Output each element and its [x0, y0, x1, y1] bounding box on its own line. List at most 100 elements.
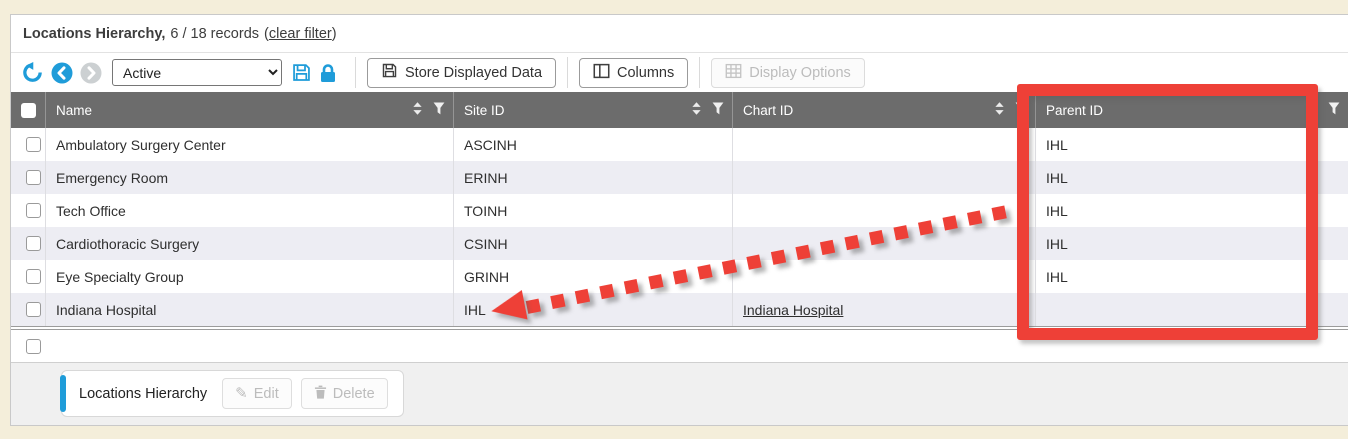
table-row[interactable]: Eye Specialty Group GRINH IHL: [11, 260, 1348, 293]
site-id-cell: CSINH: [453, 227, 732, 260]
site-id-cell: GRINH: [453, 260, 732, 293]
row-check-cell: [11, 227, 45, 260]
delete-label: Delete: [333, 386, 375, 402]
pencil-icon: ✎: [235, 386, 248, 401]
refresh-icon[interactable]: [21, 61, 44, 84]
name-cell: Tech Office: [45, 194, 453, 227]
column-header-chart-id[interactable]: Chart ID: [732, 92, 1035, 128]
new-row: [11, 330, 1348, 363]
site-id-cell: TOINH: [453, 194, 732, 227]
record-count: 6 / 18 records: [170, 26, 259, 42]
site-id-cell: IHL: [453, 293, 732, 326]
paren: ): [332, 26, 337, 42]
chart-id-cell: [732, 194, 1035, 227]
parent-id-cell: [1035, 293, 1348, 326]
store-displayed-data-label: Store Displayed Data: [405, 65, 542, 81]
column-header-parent-id[interactable]: Parent ID: [1035, 92, 1348, 128]
sort-icon[interactable]: [692, 102, 701, 118]
name-cell: Indiana Hospital: [45, 293, 453, 326]
column-header-name[interactable]: Name: [45, 92, 453, 128]
name-cell: Eye Specialty Group: [45, 260, 453, 293]
table-row[interactable]: Cardiothoracic Surgery CSINH IHL: [11, 227, 1348, 260]
chart-id-cell: Indiana Hospital: [732, 293, 1035, 326]
display-options-icon: [725, 63, 742, 83]
row-check-cell: [11, 161, 45, 194]
sort-icon[interactable]: [1308, 102, 1317, 118]
toolbar-separator: [699, 57, 700, 88]
row-check-cell: [11, 339, 45, 354]
columns-button[interactable]: Columns: [579, 58, 688, 88]
row-check-cell: [11, 194, 45, 227]
filter-icon[interactable]: [712, 102, 724, 118]
table-header-row: Name Site ID Chart ID Parent ID: [11, 92, 1348, 128]
selection-label: Locations Hierarchy: [79, 386, 207, 402]
locations-hierarchy-panel: Locations Hierarchy, 6 / 18 records (cle…: [10, 14, 1348, 426]
parent-id-cell: IHL: [1035, 161, 1348, 194]
display-options-button: Display Options: [711, 58, 865, 88]
save-view-icon[interactable]: [291, 62, 312, 83]
edit-button: ✎ Edit: [222, 378, 292, 409]
accent-bar: [60, 375, 66, 412]
filter-icon[interactable]: [1328, 102, 1340, 118]
table-row[interactable]: Indiana Hospital IHL Indiana Hospital: [11, 293, 1348, 326]
column-header-label: Chart ID: [743, 103, 793, 118]
parent-id-cell: IHL: [1035, 260, 1348, 293]
table-row[interactable]: Ambulatory Surgery Center ASCINH IHL: [11, 128, 1348, 161]
filter-icon[interactable]: [433, 102, 445, 118]
chart-id-cell: [732, 128, 1035, 161]
toolbar-separator: [355, 57, 356, 88]
save-icon: [381, 62, 398, 83]
column-header-label: Parent ID: [1046, 103, 1103, 118]
new-row-checkbox[interactable]: [26, 339, 41, 354]
trash-icon: [314, 385, 327, 403]
delete-button: Delete: [301, 378, 388, 409]
page-title: Locations Hierarchy,: [23, 26, 165, 42]
row-check-cell: [11, 293, 45, 326]
table-row[interactable]: Emergency Room ERINH IHL: [11, 161, 1348, 194]
columns-label: Columns: [617, 65, 674, 81]
chart-id-cell: [732, 260, 1035, 293]
row-checkbox[interactable]: [26, 236, 41, 251]
chart-id-cell: [732, 161, 1035, 194]
column-header-label: Site ID: [464, 103, 505, 118]
chart-id-cell: [732, 227, 1035, 260]
row-checkbox[interactable]: [26, 269, 41, 284]
parent-id-cell: IHL: [1035, 194, 1348, 227]
filter-icon[interactable]: [1015, 102, 1027, 118]
row-checkbox[interactable]: [26, 170, 41, 185]
chart-id-link[interactable]: Indiana Hospital: [743, 302, 843, 318]
site-id-cell: ERINH: [453, 161, 732, 194]
lock-icon[interactable]: [319, 63, 337, 83]
name-cell: Ambulatory Surgery Center: [45, 128, 453, 161]
select-all-cell: [11, 92, 45, 128]
view-filter-select[interactable]: Active: [112, 59, 282, 86]
selection-actions-box: Locations Hierarchy ✎ Edit Delete: [61, 370, 404, 417]
parent-id-cell: IHL: [1035, 128, 1348, 161]
name-cell: Cardiothoracic Surgery: [45, 227, 453, 260]
select-all-checkbox[interactable]: [21, 103, 36, 118]
forward-icon: [80, 62, 102, 84]
clear-filter-link[interactable]: clear filter: [269, 26, 332, 42]
toolbar-separator: [567, 57, 568, 88]
parent-id-cell: IHL: [1035, 227, 1348, 260]
site-id-cell: ASCINH: [453, 128, 732, 161]
panel-title-bar: Locations Hierarchy, 6 / 18 records (cle…: [11, 15, 1348, 53]
row-checkbox[interactable]: [26, 203, 41, 218]
store-displayed-data-button[interactable]: Store Displayed Data: [367, 58, 556, 88]
columns-icon: [593, 63, 610, 83]
column-header-label: Name: [56, 103, 92, 118]
sort-icon[interactable]: [995, 102, 1004, 118]
toolbar: Active Store Displaye: [11, 53, 1348, 92]
display-options-label: Display Options: [749, 65, 851, 81]
sort-icon[interactable]: [413, 102, 422, 118]
row-checkbox[interactable]: [26, 137, 41, 152]
row-check-cell: [11, 260, 45, 293]
row-checkbox[interactable]: [26, 302, 41, 317]
column-header-site-id[interactable]: Site ID: [453, 92, 732, 128]
name-cell: Emergency Room: [45, 161, 453, 194]
back-icon[interactable]: [51, 62, 73, 84]
selection-footer: Locations Hierarchy ✎ Edit Delete: [11, 363, 1348, 425]
row-check-cell: [11, 128, 45, 161]
edit-label: Edit: [254, 386, 279, 402]
table-row[interactable]: Tech Office TOINH IHL: [11, 194, 1348, 227]
